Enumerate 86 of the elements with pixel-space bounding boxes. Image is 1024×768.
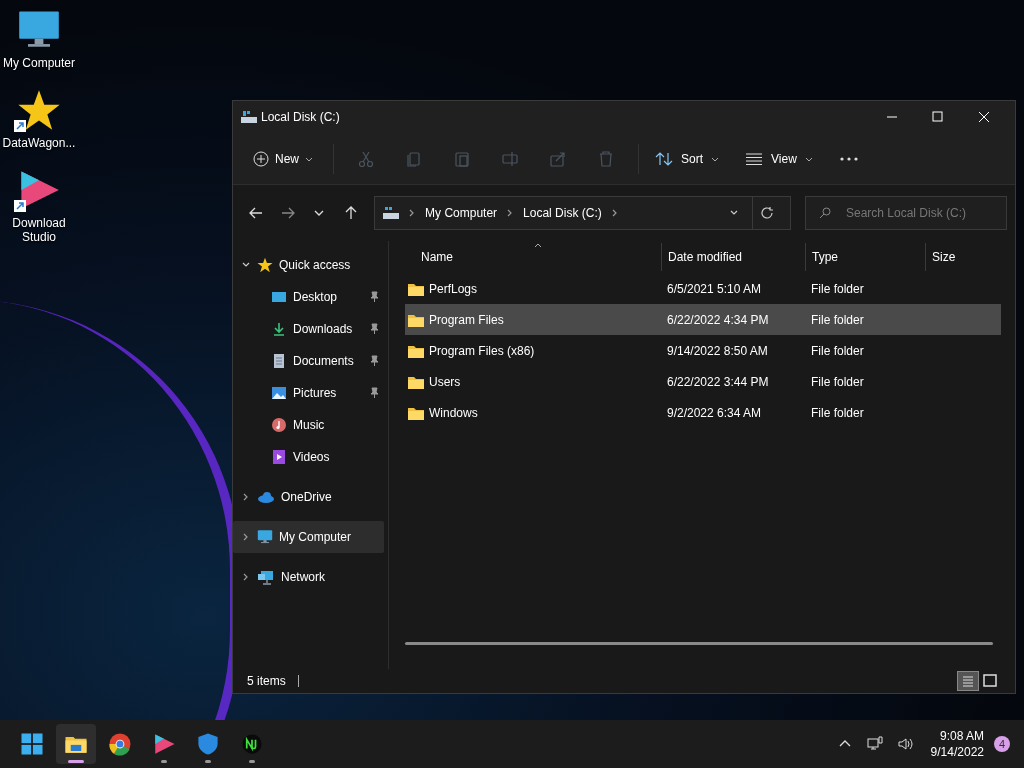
nav-item[interactable]: My Computer bbox=[233, 521, 384, 553]
nav-item[interactable]: Music bbox=[233, 409, 384, 441]
nav-item[interactable]: OneDrive bbox=[233, 481, 384, 513]
arrow-right-icon bbox=[279, 205, 296, 221]
desktop-shortcut[interactable]: Download Studio bbox=[0, 168, 78, 244]
nav-item[interactable]: Desktop bbox=[233, 281, 384, 313]
drive-icon bbox=[241, 110, 257, 124]
desktop-icon-label: DataWagon... bbox=[2, 136, 76, 150]
document-icon bbox=[271, 353, 287, 369]
file-row[interactable]: Program Files 6/22/2022 4:34 PM File folder bbox=[405, 304, 1001, 335]
monitor-icon bbox=[257, 529, 273, 545]
breadcrumb[interactable]: My Computer bbox=[425, 204, 498, 222]
file-name: PerfLogs bbox=[429, 280, 478, 298]
clock-button[interactable]: 9:08 AM 9/14/2022 bbox=[930, 728, 984, 760]
network-icon bbox=[257, 569, 275, 585]
type-cell-text: File folder bbox=[811, 280, 865, 298]
type-cell-text: File folder bbox=[811, 404, 865, 422]
file-name: Program Files (x86) bbox=[429, 342, 535, 360]
date-cell-text: 6/5/2021 5:10 AM bbox=[667, 280, 763, 298]
notification-badge[interactable]: 4 bbox=[994, 736, 1010, 752]
clipboard-icon bbox=[453, 149, 471, 168]
type-cell-text: File folder bbox=[811, 342, 865, 360]
nav-item[interactable]: Quick access bbox=[233, 249, 384, 281]
sort-arrows-icon bbox=[655, 150, 673, 167]
file-name: Windows bbox=[429, 404, 478, 422]
square-icon bbox=[982, 673, 998, 689]
music-icon bbox=[271, 417, 287, 433]
search-icon bbox=[819, 207, 831, 219]
sort-ascending-icon bbox=[534, 242, 542, 248]
nav-item[interactable]: Pictures bbox=[233, 377, 384, 409]
new-button[interactable]: New bbox=[245, 142, 321, 175]
desktop-icon-label: Download Studio bbox=[11, 216, 67, 244]
more-icon bbox=[839, 156, 858, 161]
scissors-icon bbox=[357, 149, 375, 168]
type-cell-text: File folder bbox=[811, 311, 865, 329]
arrow-left-icon bbox=[247, 205, 264, 221]
sort-button[interactable]: Sort bbox=[647, 142, 728, 175]
refresh-icon bbox=[760, 206, 775, 220]
file-name: Users bbox=[429, 373, 461, 391]
monitor-icon bbox=[866, 736, 883, 752]
file-row[interactable]: Users 6/22/2022 3:44 PM File folder bbox=[405, 366, 1001, 397]
desktop-icon bbox=[271, 289, 287, 305]
list-icon bbox=[960, 673, 976, 689]
date-cell-text: 6/22/2022 3:44 PM bbox=[667, 373, 770, 391]
taskbar-folder-button[interactable] bbox=[56, 724, 96, 764]
video-icon bbox=[271, 449, 287, 465]
column-header[interactable]: Type bbox=[805, 243, 925, 271]
nav-item[interactable]: Videos bbox=[233, 441, 384, 473]
maximize-icon bbox=[931, 110, 945, 124]
file-name: Program Files bbox=[429, 311, 504, 329]
download-icon bbox=[271, 321, 287, 337]
breadcrumb[interactable]: Local Disk (C:) bbox=[523, 204, 602, 222]
cloud-icon bbox=[257, 490, 275, 504]
date-cell-text: 9/2/2022 6:34 AM bbox=[667, 404, 763, 422]
date-cell-text: 9/14/2022 8:50 AM bbox=[667, 342, 769, 360]
column-header[interactable]: Name bbox=[405, 243, 661, 271]
type-cell-text: File folder bbox=[811, 373, 865, 391]
file-row[interactable]: Windows 9/2/2022 6:34 AM File folder bbox=[405, 397, 1001, 428]
window-title: Local Disk (C:) bbox=[261, 109, 340, 126]
column-header[interactable]: Date modified bbox=[661, 243, 805, 271]
nav-item[interactable]: Network bbox=[233, 561, 384, 593]
column-header[interactable]: Size bbox=[925, 243, 1003, 271]
file-row[interactable]: Program Files (x86) 9/14/2022 8:50 AM File folder bbox=[405, 335, 1001, 366]
nav-item[interactable]: Documents bbox=[233, 345, 384, 377]
desktop-shortcut[interactable]: DataWagon... bbox=[0, 88, 78, 150]
file-row[interactable]: PerfLogs 6/5/2021 5:10 AM File folder bbox=[405, 273, 1001, 304]
view-button[interactable]: View bbox=[737, 142, 821, 175]
desktop-icon-label: My Computer bbox=[3, 56, 75, 70]
item-count: 5 items bbox=[247, 673, 286, 690]
trash-icon bbox=[597, 149, 615, 168]
star-icon bbox=[257, 257, 273, 273]
close-icon bbox=[977, 110, 991, 124]
speaker-icon bbox=[896, 736, 913, 752]
plus-circle-icon bbox=[253, 150, 269, 167]
drive-icon bbox=[383, 206, 400, 220]
horizontal-scrollbar[interactable] bbox=[405, 642, 993, 645]
date-cell-text: 6/22/2022 4:34 PM bbox=[667, 311, 770, 329]
search-field[interactable]: Search Local Disk (C:) bbox=[805, 196, 1007, 230]
share-icon bbox=[549, 149, 567, 168]
copy-icon bbox=[405, 149, 423, 168]
address-bar[interactable]: My Computer Local Disk (C:) bbox=[374, 196, 791, 230]
picture-icon bbox=[271, 385, 287, 401]
nav-item[interactable]: Downloads bbox=[233, 313, 384, 345]
desktop-shortcut[interactable]: My Computer bbox=[0, 8, 78, 70]
lines-icon bbox=[745, 151, 764, 166]
rename-icon bbox=[501, 149, 519, 168]
